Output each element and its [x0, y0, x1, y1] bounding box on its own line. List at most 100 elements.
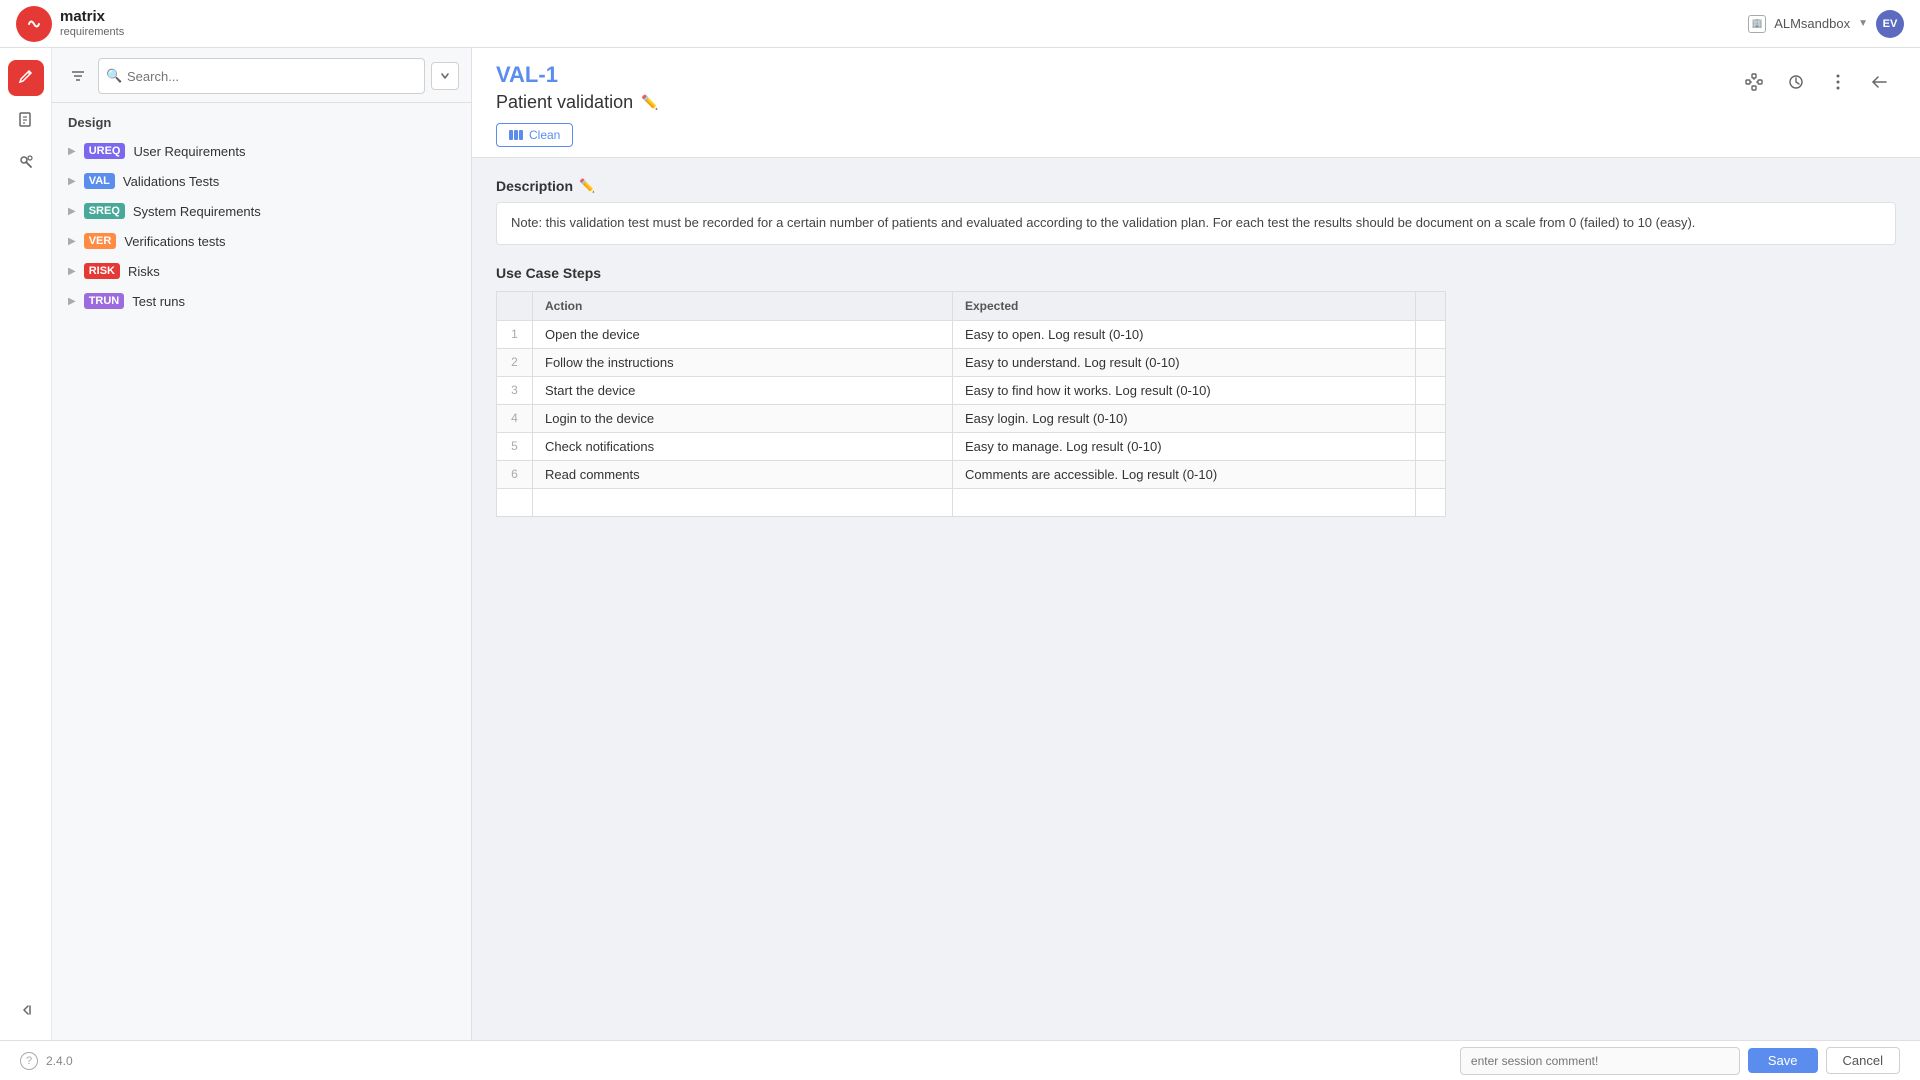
- table-row: 3 Start the device Easy to find how it w…: [497, 376, 1446, 404]
- sidebar-item-label: User Requirements: [133, 144, 245, 159]
- description-section: Description ✏️ Note: this validation tes…: [496, 178, 1896, 245]
- risk-badge: RISK: [84, 263, 120, 279]
- sidebar-item-ureq[interactable]: ▶ UREQ User Requirements: [52, 136, 471, 166]
- row-action: Login to the device: [533, 404, 953, 432]
- sidebar-item-ver[interactable]: ▶ VER Verifications tests: [52, 226, 471, 256]
- tree-list: ▶ UREQ User Requirements ▶ VAL Validatio…: [52, 136, 471, 316]
- ureq-badge: UREQ: [84, 143, 126, 159]
- row-expected: Easy to find how it works. Log result (0…: [953, 376, 1416, 404]
- sidebar-item-trun[interactable]: ▶ TRUN Test runs: [52, 286, 471, 316]
- sidebar-search-row: 🔍: [52, 48, 471, 103]
- description-section-title: Description ✏️: [496, 178, 1896, 194]
- sidebar-item-label: Test runs: [132, 294, 185, 309]
- user-menu[interactable]: 🏢 ALMsandbox ▼ EV: [1748, 10, 1904, 38]
- sidebar-item-risk[interactable]: ▶ RISK Risks: [52, 256, 471, 286]
- history-button[interactable]: [1780, 66, 1812, 98]
- row-num: 3: [497, 376, 533, 404]
- col-num-header: [497, 291, 533, 320]
- sidebar-item-val[interactable]: ▶ VAL Validations Tests: [52, 166, 471, 196]
- row-num: 5: [497, 432, 533, 460]
- edit-description-icon[interactable]: ✏️: [579, 178, 595, 194]
- row-expected: Easy login. Log result (0-10): [953, 404, 1416, 432]
- sidebar-item-sreq[interactable]: ▶ SREQ System Requirements: [52, 196, 471, 226]
- workspace-name: ALMsandbox: [1774, 16, 1850, 31]
- content-area: VAL-1 Patient validation ✏️: [472, 48, 1920, 1040]
- back-button[interactable]: [1864, 66, 1896, 98]
- search-dropdown-button[interactable]: [431, 62, 459, 90]
- status-row: Clean: [496, 123, 1896, 157]
- status-icon: [509, 130, 523, 140]
- more-options-button[interactable]: [1822, 66, 1854, 98]
- status-badge: Clean: [529, 128, 560, 142]
- sreq-badge: SREQ: [84, 203, 125, 219]
- save-button[interactable]: Save: [1748, 1048, 1818, 1073]
- use-case-table: Action Expected 1 Open the device Easy t…: [496, 291, 1446, 517]
- col-expected-header: Expected: [953, 291, 1416, 320]
- header-actions: [1738, 62, 1896, 98]
- row-extra: [1416, 404, 1446, 432]
- logo-icon: [16, 6, 52, 42]
- row-extra: [1416, 432, 1446, 460]
- chevron-down-icon: ▼: [1858, 18, 1868, 29]
- chevron-right-icon: ▶: [68, 236, 76, 247]
- ver-badge: VER: [84, 233, 117, 249]
- icon-bar-item-edit[interactable]: [8, 60, 44, 96]
- row-extra: [1416, 320, 1446, 348]
- row-action: Open the device: [533, 320, 953, 348]
- use-case-section-title: Use Case Steps: [496, 265, 1896, 281]
- search-icon: 🔍: [106, 68, 122, 84]
- logo: matrix requirements: [16, 6, 124, 42]
- row-expected: Easy to manage. Log result (0-10): [953, 432, 1416, 460]
- sidebar-item-label: Validations Tests: [123, 174, 219, 189]
- diagram-button[interactable]: [1738, 66, 1770, 98]
- clean-status-button[interactable]: Clean: [496, 123, 573, 147]
- chevron-right-icon: ▶: [68, 266, 76, 277]
- row-num: 6: [497, 460, 533, 488]
- row-extra: [1416, 376, 1446, 404]
- row-expected: Easy to understand. Log result (0-10): [953, 348, 1416, 376]
- table-row: 2 Follow the instructions Easy to unders…: [497, 348, 1446, 376]
- chevron-right-icon: ▶: [68, 146, 76, 157]
- row-extra: [1416, 348, 1446, 376]
- bottom-left: ? 2.4.0: [20, 1052, 73, 1070]
- bottom-right: Save Cancel: [1460, 1047, 1900, 1075]
- trun-badge: TRUN: [84, 293, 125, 309]
- row-action: Start the device: [533, 376, 953, 404]
- col-extra-header: [1416, 291, 1446, 320]
- row-extra: [1416, 460, 1446, 488]
- avatar: EV: [1876, 10, 1904, 38]
- chevron-right-icon: ▶: [68, 206, 76, 217]
- help-icon[interactable]: ?: [20, 1052, 38, 1070]
- col-action-header: Action: [533, 291, 953, 320]
- session-comment-input[interactable]: [1460, 1047, 1740, 1075]
- table-row: 4 Login to the device Easy login. Log re…: [497, 404, 1446, 432]
- icon-bar-item-docs[interactable]: [8, 102, 44, 138]
- edit-title-icon[interactable]: ✏️: [641, 94, 658, 111]
- cancel-button[interactable]: Cancel: [1826, 1047, 1900, 1074]
- icon-bar-item-tools[interactable]: [8, 144, 44, 180]
- val-badge: VAL: [84, 173, 115, 189]
- filter-button[interactable]: [64, 62, 92, 90]
- row-expected: Easy to open. Log result (0-10): [953, 320, 1416, 348]
- sidebar-item-label: Risks: [128, 264, 160, 279]
- row-action: Read comments: [533, 460, 953, 488]
- table-row-empty: [497, 488, 1446, 516]
- sidebar-item-label: System Requirements: [133, 204, 261, 219]
- top-bar: matrix requirements 🏢 ALMsandbox ▼ EV: [0, 0, 1920, 48]
- description-text: Note: this validation test must be recor…: [496, 202, 1896, 245]
- item-title: Patient validation: [496, 92, 633, 113]
- row-action: Follow the instructions: [533, 348, 953, 376]
- search-input[interactable]: [98, 58, 425, 94]
- sidebar-section-label: Design: [52, 103, 471, 136]
- logo-text: matrix requirements: [60, 9, 124, 38]
- use-case-section: Use Case Steps Action Expected 1 Open: [496, 265, 1896, 517]
- version-label: 2.4.0: [46, 1054, 73, 1068]
- content-body: Description ✏️ Note: this validation tes…: [472, 158, 1920, 1040]
- icon-bar: [0, 48, 52, 1040]
- row-num: 4: [497, 404, 533, 432]
- row-num: 1: [497, 320, 533, 348]
- icon-bar-item-collapse[interactable]: [8, 992, 44, 1028]
- table-row: 1 Open the device Easy to open. Log resu…: [497, 320, 1446, 348]
- row-num: 2: [497, 348, 533, 376]
- bottom-bar: ? 2.4.0 Save Cancel: [0, 1040, 1920, 1080]
